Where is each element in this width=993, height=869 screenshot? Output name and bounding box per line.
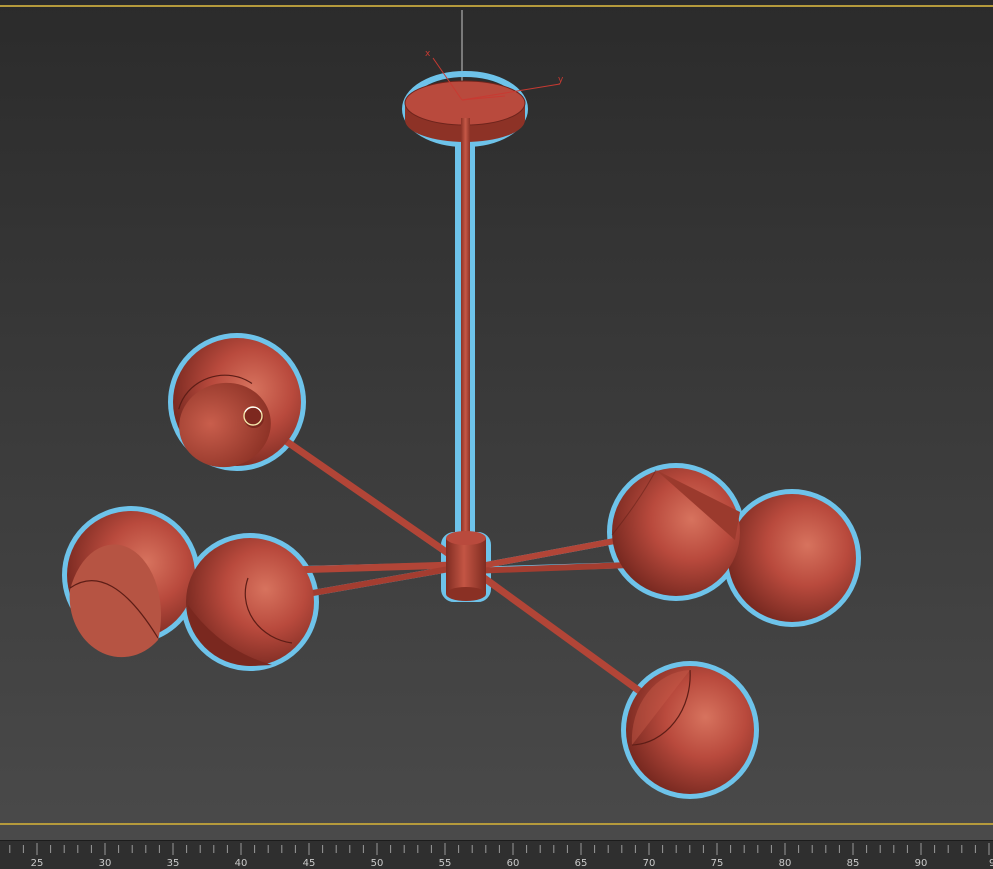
timeline-frame-label: 30 <box>99 858 112 869</box>
timeline-frame-label: 50 <box>371 858 384 869</box>
max-app-window: x y 25 30 35 40 45 50 55 60 65 70 75 80 85 90 95 <box>0 0 993 869</box>
timeline-frame-label: 25 <box>31 858 44 869</box>
timeline-frame-label: 85 <box>847 858 860 869</box>
timeline-frame-label: 35 <box>167 858 180 869</box>
timeline-ruler[interactable]: 25 30 35 40 45 50 55 60 65 70 75 80 85 90 95 <box>0 840 993 869</box>
timeline-labels: 25 30 35 40 45 50 55 60 65 70 75 80 85 90 95 <box>31 858 993 869</box>
timeline-frame-label: 95 <box>989 858 993 869</box>
globe-shade-right <box>728 494 856 622</box>
gizmo-x-axis-label: x <box>425 49 431 59</box>
globe-shade-left-middle <box>186 538 314 666</box>
globe-shade-right-middle <box>611 468 740 596</box>
perspective-viewport[interactable]: x y <box>0 0 993 840</box>
gizmo-y-axis-label: y <box>558 75 564 85</box>
timeline-frame-label: 65 <box>575 858 588 869</box>
timeline-frame-label: 40 <box>235 858 248 869</box>
timeline-frame-label: 90 <box>915 858 928 869</box>
timeline-frame-label: 55 <box>439 858 452 869</box>
timeline-frame-label: 80 <box>779 858 792 869</box>
timeline-background <box>0 840 993 869</box>
timeline-frame-label: 70 <box>643 858 656 869</box>
main-stem <box>461 118 470 543</box>
timeline-frame-label: 60 <box>507 858 520 869</box>
center-hub <box>446 531 486 601</box>
timeline-frame-label: 45 <box>303 858 316 869</box>
globe-shade-bottom-right <box>626 666 754 794</box>
timeline-frame-label: 75 <box>711 858 724 869</box>
